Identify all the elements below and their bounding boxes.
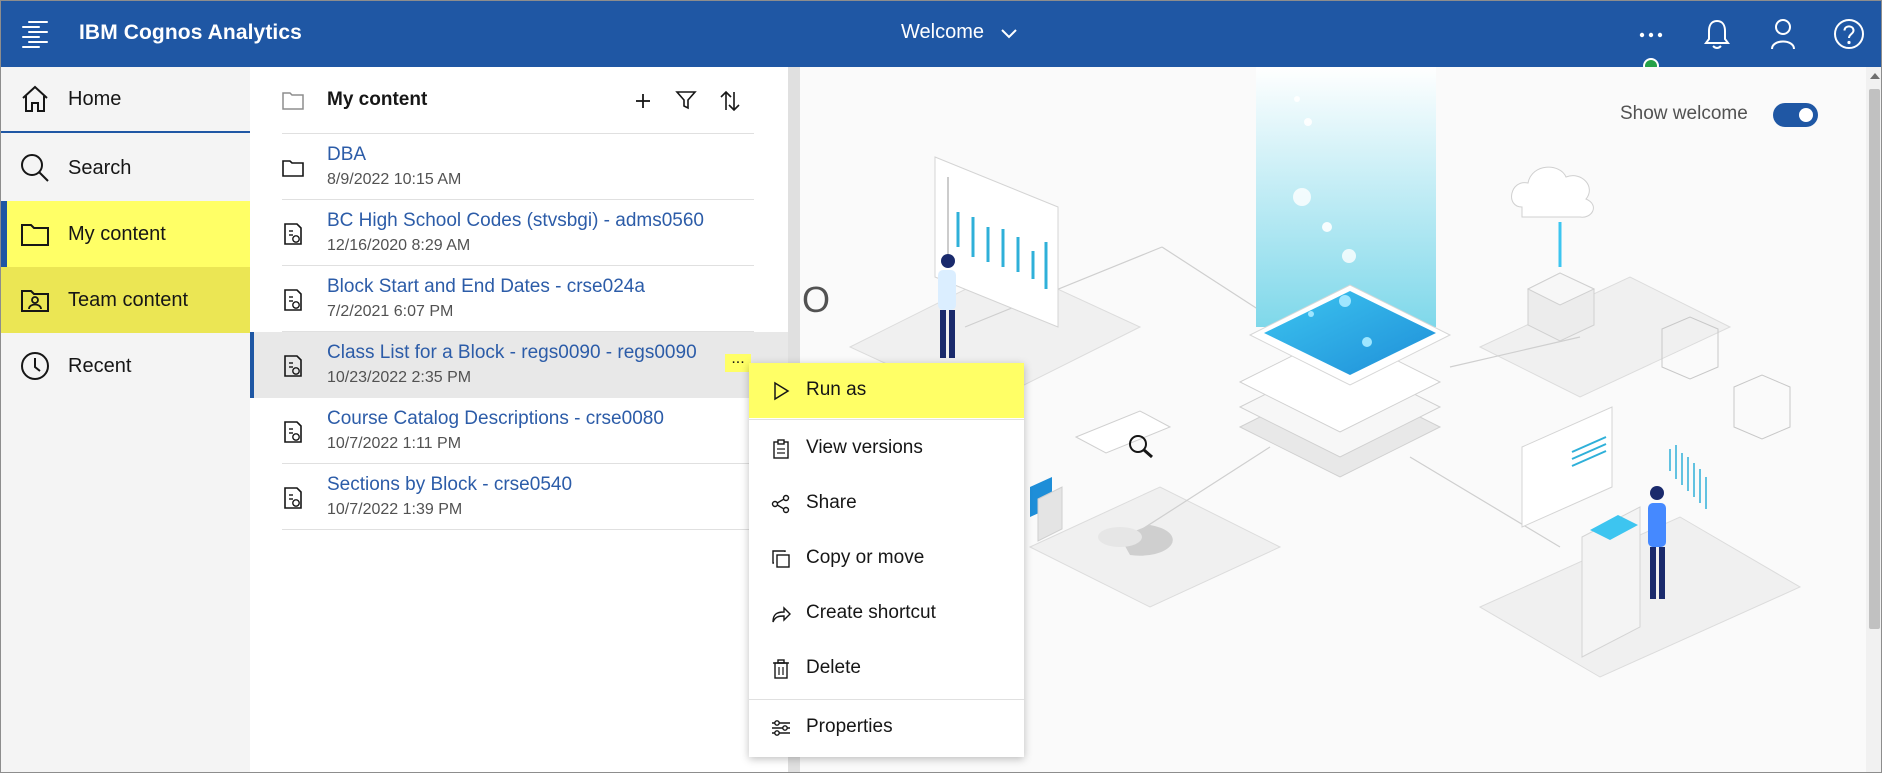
scroll-up-arrow-icon[interactable] (1870, 73, 1880, 79)
folder-icon (282, 160, 304, 177)
row-more-button[interactable]: ... (725, 351, 751, 372)
list-item-selected[interactable]: Class List for a Block - regs0090 - regs… (250, 332, 789, 398)
clock-icon (21, 352, 49, 380)
app-title: IBM Cognos Analytics (79, 21, 302, 44)
trash-icon (773, 659, 789, 679)
help-icon[interactable] (1833, 18, 1865, 50)
menu-icon[interactable] (19, 18, 51, 50)
nav-label: Search (68, 156, 132, 179)
panel-title: My content (327, 89, 428, 110)
menu-item-label: Create shortcut (806, 602, 936, 623)
chevron-down-icon[interactable] (999, 23, 1019, 43)
nav-item-recent[interactable]: Recent (1, 333, 250, 399)
content-panel: My content DBA 8/9/2022 10:15 AM BC High… (250, 67, 789, 772)
report-icon (284, 223, 302, 245)
menu-item-label: View versions (806, 437, 923, 458)
report-icon (284, 421, 302, 443)
menu-item-label: Properties (806, 716, 893, 737)
home-icon (22, 85, 48, 112)
item-title[interactable]: Course Catalog Descriptions - crse0080 (327, 408, 664, 430)
menu-item-copy-or-move[interactable]: Copy or move (749, 531, 1024, 586)
menu-separator (749, 419, 1024, 420)
menu-item-create-shortcut[interactable]: Create shortcut (749, 586, 1024, 641)
menu-item-share[interactable]: Share (749, 476, 1024, 531)
nav-item-my-content[interactable]: My content (1, 201, 250, 267)
item-title[interactable]: Sections by Block - crse0540 (327, 474, 572, 496)
menu-item-run-as[interactable]: Run as (749, 363, 1024, 418)
item-date: 7/2/2021 6:07 PM (327, 303, 454, 320)
nav-label: Team content (68, 288, 189, 311)
menu-item-label: Run as (806, 379, 867, 400)
show-welcome-label: Show welcome (1620, 103, 1748, 124)
nav-item-home[interactable]: Home (1, 67, 250, 133)
menu-item-properties[interactable]: Properties (749, 700, 1024, 755)
show-welcome-toggle[interactable] (1773, 103, 1818, 127)
list-item[interactable]: Course Catalog Descriptions - crse0080 1… (250, 398, 789, 464)
team-folder-icon (21, 290, 49, 312)
scrollbar-thumb[interactable] (1869, 89, 1880, 629)
item-date: 8/9/2022 10:15 AM (327, 171, 462, 188)
app-window: IBM Cognos Analytics Welcome Home Search… (0, 0, 1882, 773)
folder-icon (21, 224, 49, 246)
user-icon[interactable] (1767, 17, 1799, 51)
item-date: 12/16/2020 8:29 AM (327, 237, 471, 254)
list-item[interactable]: Block Start and End Dates - crse024a 7/2… (250, 266, 789, 332)
shortcut-icon (772, 606, 791, 623)
search-icon (21, 154, 49, 182)
left-nav: Home Search My content Team content Rece… (1, 67, 250, 772)
sort-icon[interactable] (718, 89, 742, 113)
more-icon[interactable] (1635, 21, 1667, 49)
folder-icon (282, 92, 304, 110)
scrollbar[interactable] (1866, 67, 1881, 772)
nav-item-search[interactable]: Search (1, 135, 250, 201)
item-title[interactable]: Class List for a Block - regs0090 - regs… (327, 342, 697, 364)
item-date: 10/23/2022 2:35 PM (327, 369, 472, 386)
clipboard-icon (773, 439, 789, 459)
report-icon (284, 355, 302, 377)
nav-label: Recent (68, 354, 132, 377)
list-item[interactable]: Sections by Block - crse0540 10/7/2022 1… (250, 464, 789, 530)
item-title[interactable]: Block Start and End Dates - crse024a (327, 276, 645, 298)
report-icon (284, 487, 302, 509)
panel-header: My content (250, 67, 789, 133)
welcome-tab-label[interactable]: Welcome (901, 21, 984, 44)
item-date: 10/7/2022 1:39 PM (327, 501, 463, 518)
top-bar: IBM Cognos Analytics Welcome (1, 1, 1881, 74)
copy-icon (772, 550, 790, 568)
report-icon (284, 289, 302, 311)
share-icon (771, 494, 790, 514)
item-date: 10/7/2022 1:11 PM (327, 435, 462, 452)
menu-item-view-versions[interactable]: View versions (749, 421, 1024, 476)
nav-item-team-content[interactable]: Team content (1, 267, 250, 333)
play-icon (774, 381, 790, 401)
item-title[interactable]: DBA (327, 144, 366, 166)
menu-item-delete[interactable]: Delete (749, 641, 1024, 696)
menu-item-label: Delete (806, 657, 861, 678)
divider (282, 529, 754, 530)
toggle-knob (1799, 108, 1813, 122)
context-menu: Run as View versions Share Copy or move … (749, 363, 1024, 757)
menu-item-label: Copy or move (806, 547, 925, 568)
nav-label: Home (68, 87, 122, 110)
sliders-icon (772, 720, 790, 736)
list-item[interactable]: DBA 8/9/2022 10:15 AM (250, 134, 789, 200)
item-title[interactable]: BC High School Codes (stvsbgi) - adms056… (327, 210, 704, 232)
bell-icon[interactable] (1701, 17, 1733, 51)
welcome-partial-text: O (802, 279, 831, 320)
filter-icon[interactable] (675, 89, 697, 111)
menu-item-label: Share (806, 492, 857, 513)
add-icon[interactable] (632, 90, 654, 112)
list-item[interactable]: BC High School Codes (stvsbgi) - adms056… (250, 200, 789, 266)
nav-label: My content (68, 222, 166, 245)
